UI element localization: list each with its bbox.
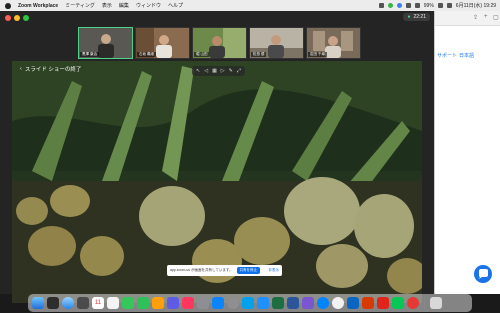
wifi-tray-icon[interactable]: [405, 3, 411, 8]
line-icon[interactable]: [392, 297, 404, 309]
participant-tile[interactable]: 松島 優: [249, 27, 304, 59]
app-name-menu[interactable]: Zoom Workplace: [18, 3, 58, 9]
fullscreen-window-icon[interactable]: [23, 15, 29, 21]
add-tab-icon[interactable]: +: [484, 14, 488, 20]
share-view-toolbar: ↖ ◁ ▦ ▷ ✎ ⤢: [192, 66, 245, 76]
zoom-meeting-window: ● 22:21 黒澤 康治 石坂 義継 堀 山田 松島 優 岩田 千尋 ‹ スラ…: [0, 11, 434, 303]
messages-icon[interactable]: [122, 297, 134, 309]
language-menu-link[interactable]: 日本語: [459, 52, 474, 59]
safari-icon[interactable]: [62, 297, 74, 309]
menu-bar: Zoom Workplace ミーティング 表示 編集 ウィンドウ ヘルプ 99…: [0, 0, 500, 11]
menu-item-edit[interactable]: 編集: [119, 2, 129, 9]
minimize-window-icon[interactable]: [14, 15, 20, 21]
control-center-icon[interactable]: [446, 3, 452, 8]
zoom-icon[interactable]: [257, 297, 269, 309]
participant-tile[interactable]: 黒澤 康治: [78, 27, 133, 59]
photos-app-icon[interactable]: [167, 297, 179, 309]
battery-icon[interactable]: [414, 3, 420, 8]
browser-toolbar: ⇪ + ▢: [435, 11, 500, 26]
support-menu-link[interactable]: サポート: [437, 52, 457, 59]
powerpoint-icon[interactable]: [362, 297, 374, 309]
menubar-clock[interactable]: 6月11日(水) 19:29: [456, 2, 496, 9]
teams-icon[interactable]: [302, 297, 314, 309]
menu-item-view[interactable]: 表示: [102, 2, 112, 9]
bluetooth-tray-icon[interactable]: [396, 3, 402, 8]
trash-icon[interactable]: [430, 297, 442, 309]
participant-name: 堀 山田: [194, 52, 210, 57]
chat-button[interactable]: [474, 265, 492, 283]
participant-strip: 黒澤 康治 石坂 義継 堀 山田 松島 優 岩田 千尋: [78, 27, 361, 59]
dock-separator: [424, 297, 425, 309]
facetime-icon[interactable]: [137, 297, 149, 309]
participant-name: 松島 優: [251, 52, 267, 57]
finder-icon[interactable]: [32, 297, 44, 309]
search-icon[interactable]: [437, 3, 443, 8]
browser-window: ⇪ + ▢ サポート 日本語: [434, 11, 500, 294]
meeting-timer-value: 22:21: [413, 14, 426, 20]
exit-slideshow-button[interactable]: ‹ スライド ショーの終了: [20, 65, 81, 73]
system-settings-icon[interactable]: [227, 297, 239, 309]
calendar-icon[interactable]: 11: [92, 297, 104, 309]
screen-share-notice: app.zoom.us が画面を共有しています。 共有を停止 非表示: [167, 265, 282, 276]
grid-icon[interactable]: ▦: [212, 68, 217, 74]
app-icon[interactable]: [407, 297, 419, 309]
menu-item-meeting[interactable]: ミーティング: [65, 2, 95, 9]
chrome-icon[interactable]: [332, 297, 344, 309]
participant-tile[interactable]: 堀 山田: [192, 27, 247, 59]
share-icon[interactable]: ⇪: [473, 14, 478, 21]
acrobat-icon[interactable]: [377, 297, 389, 309]
skype-icon[interactable]: [242, 297, 254, 309]
spotify-tray-icon[interactable]: [387, 3, 393, 8]
menu-item-help[interactable]: ヘルプ: [168, 2, 183, 9]
excel-icon[interactable]: [272, 297, 284, 309]
pen-icon[interactable]: ✎: [229, 68, 233, 74]
expand-icon[interactable]: ⤢: [237, 68, 241, 74]
messenger-icon[interactable]: [317, 297, 329, 309]
photos-icon[interactable]: [77, 297, 89, 309]
zoom-tray-icon[interactable]: [378, 3, 384, 8]
apple-menu-icon[interactable]: [5, 2, 11, 9]
shared-screen: ‹ スライド ショーの終了 ↖ ◁ ▦ ▷ ✎ ⤢ app.zoom.us が画…: [12, 61, 422, 303]
notes-icon[interactable]: [152, 297, 164, 309]
exit-slideshow-label: スライド ショーの終了: [24, 67, 82, 73]
meeting-timer[interactable]: ● 22:21: [403, 13, 430, 21]
participant-name: 石坂 義継: [137, 52, 156, 57]
hide-notice-button[interactable]: 非表示: [269, 268, 280, 273]
word-icon[interactable]: [287, 297, 299, 309]
outlook-icon[interactable]: [347, 297, 359, 309]
music-icon[interactable]: [182, 297, 194, 309]
launchpad-icon[interactable]: [47, 297, 59, 309]
stop-sharing-button[interactable]: 共有を停止: [236, 267, 261, 274]
close-window-icon[interactable]: [5, 15, 11, 21]
chat-bubble-icon: [479, 269, 488, 279]
zoom-titlebar: ● 22:21: [0, 11, 434, 25]
reminders-icon[interactable]: [107, 297, 119, 309]
menu-item-window[interactable]: ウィンドウ: [136, 2, 161, 9]
battery-percent: 99%: [423, 2, 434, 9]
next-slide-icon[interactable]: ▷: [221, 68, 225, 74]
previous-slide-icon[interactable]: ◁: [204, 68, 208, 74]
participant-tile[interactable]: 岩田 千尋: [306, 27, 361, 59]
books-icon[interactable]: [197, 297, 209, 309]
tabs-overview-icon[interactable]: ▢: [493, 14, 499, 21]
shield-icon: ●: [407, 14, 411, 20]
participant-tile[interactable]: 石坂 義継: [135, 27, 190, 59]
pointer-icon[interactable]: ↖: [196, 68, 200, 74]
dock: 11: [28, 294, 472, 312]
screen-share-notice-text: app.zoom.us が画面を共有しています。: [170, 268, 233, 272]
participant-name: 岩田 千尋: [308, 52, 327, 57]
participant-name: 黒澤 康治: [80, 52, 99, 57]
chevron-left-icon: ‹: [20, 66, 22, 72]
app-store-icon[interactable]: [212, 297, 224, 309]
